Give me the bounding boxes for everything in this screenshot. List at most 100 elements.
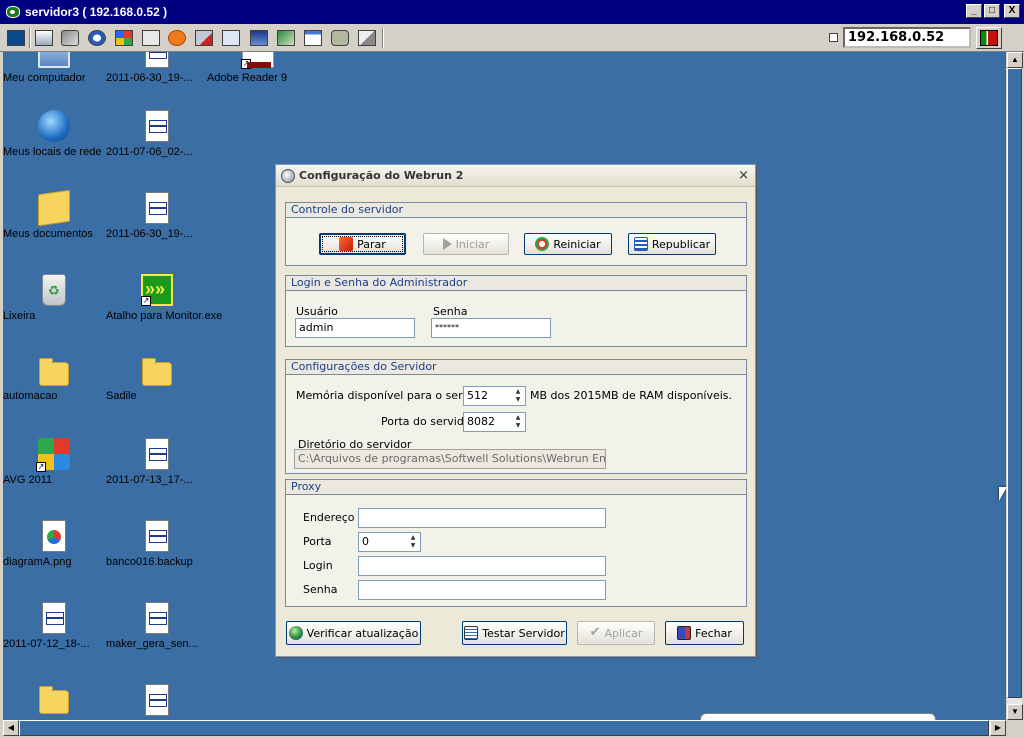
server-config-group: Configurações do Servidor Memória dispon…	[285, 359, 747, 474]
button-label: Parar	[357, 237, 386, 251]
pdf-icon: ↗	[241, 52, 274, 69]
transfer-icon[interactable]	[275, 27, 297, 49]
desktop-icon-recycle-bin[interactable]: Lixeira	[3, 274, 105, 322]
minimize-button[interactable]: _	[966, 4, 982, 18]
desktop-icon-file[interactable]: 2011-07-12_18-...	[3, 602, 105, 650]
desktop-icon-label: 2011-07-06_02-...	[106, 146, 193, 158]
desktop-icon-label: diagramA.png	[3, 556, 72, 568]
scroll-right-arrow-icon[interactable]: ▶	[990, 720, 1006, 736]
desktop-icon-network[interactable]: Meus locais de rede	[3, 110, 105, 158]
desktop-icon-file[interactable]: 2011-07-06_02-...	[106, 110, 208, 158]
button-label: Republicar	[651, 237, 711, 251]
toolbar-separator	[29, 28, 31, 48]
alert-icon[interactable]	[166, 27, 188, 49]
chat-icon[interactable]	[329, 27, 351, 49]
avg-antivirus-icon: ↗	[36, 438, 70, 472]
desktop-icon-file[interactable]: 2011-06-30_19-...	[106, 192, 208, 240]
dialog-titlebar[interactable]: Configuração do Webrun 2	[276, 165, 755, 187]
group-header: Controle do servidor	[286, 203, 746, 218]
desktop-icon-file[interactable]: maker_gera_sen...	[106, 602, 208, 650]
button-label: Fechar	[695, 626, 732, 640]
webrun-app-icon	[281, 168, 295, 183]
refresh-icon[interactable]	[86, 27, 108, 49]
play-icon	[442, 238, 452, 250]
folder-icon	[39, 686, 69, 714]
button-label: Reiniciar	[553, 237, 601, 251]
close-dialog-button[interactable]: Fechar	[665, 621, 744, 645]
clipboard-icon[interactable]	[302, 27, 324, 49]
spinner-arrows-icon[interactable]: ▲ ▼	[407, 534, 419, 550]
flag-icon	[980, 30, 998, 46]
vertical-scroll-thumb[interactable]	[1007, 68, 1022, 698]
group-header: Login e Senha do Administrador	[286, 276, 746, 291]
fullscreen-icon[interactable]	[220, 27, 242, 49]
proxy-password-input[interactable]	[358, 580, 606, 600]
horizontal-scrollbar[interactable]: ◀ ▶	[3, 720, 1006, 736]
globe-icon	[288, 626, 303, 640]
host-checkbox[interactable]	[829, 33, 838, 42]
maximize-button[interactable]: □	[984, 4, 1000, 18]
republish-button[interactable]: Republicar	[628, 233, 716, 255]
windows-key-icon[interactable]	[113, 27, 135, 49]
document-icon	[42, 602, 66, 634]
start-button[interactable]: Iniciar	[423, 233, 509, 255]
window-controls: _ □ X	[966, 4, 1020, 18]
keyboard-language-button[interactable]	[976, 27, 1002, 49]
restart-icon	[535, 237, 550, 251]
options-icon[interactable]	[33, 27, 55, 49]
admin-user-input[interactable]: admin	[295, 318, 415, 338]
desktop-icon-label: Meu computador	[3, 72, 86, 84]
desktop-icon-adobe-reader[interactable]: ↗ Adobe Reader 9	[207, 52, 309, 84]
multiple-windows-icon[interactable]	[356, 27, 378, 49]
desktop-icon-label: Sadile	[106, 390, 137, 402]
server-port-spinner[interactable]: 8082 ▲ ▼	[463, 412, 526, 432]
desktop-icon-file[interactable]: 2011-06-30_19-...	[106, 52, 208, 84]
tools-icon[interactable]	[59, 27, 81, 49]
memory-spinner[interactable]: 512 ▲ ▼	[463, 386, 526, 406]
button-label: Iniciar	[455, 237, 490, 251]
desktop-icon-my-documents[interactable]: Meus documentos	[3, 189, 105, 240]
scroll-down-arrow-icon[interactable]: ▼	[1007, 704, 1023, 720]
spinner-arrows-icon[interactable]: ▲ ▼	[512, 414, 524, 430]
desktop-icon-label: banco016.backup	[106, 556, 193, 568]
recycle-bin-icon	[42, 274, 66, 306]
desktop-icon-file-partial[interactable]	[106, 684, 208, 720]
desktop-icon-file[interactable]: 2011-07-13_17-...	[106, 438, 208, 486]
connection-info-icon[interactable]	[5, 27, 27, 49]
desktop-icon-monitor-shortcut[interactable]: ↗ Atalho para Monitor.exe	[106, 274, 222, 322]
desktop-icon-file[interactable]: banco016.backup	[106, 520, 208, 568]
dialog-close-button[interactable]: ×	[738, 168, 749, 183]
ctrl-alt-del-icon[interactable]	[140, 27, 162, 49]
desktop-icon-label: Meus locais de rede	[3, 146, 102, 158]
viewer-titlebar[interactable]: servidor3 ( 192.168.0.52 ) _ □ X	[0, 0, 1024, 24]
proxy-port-spinner[interactable]: 0 ▲ ▼	[358, 532, 421, 552]
document-icon	[145, 192, 169, 224]
proxy-address-label: Endereço	[303, 511, 355, 524]
spinner-arrows-icon[interactable]: ▲ ▼	[512, 388, 524, 404]
vertical-scrollbar[interactable]: ▲ ▼	[1006, 52, 1023, 720]
apply-button[interactable]: ✔ Aplicar	[577, 621, 655, 645]
desktop-icon-folder[interactable]: automacao	[3, 356, 105, 402]
disconnect-icon[interactable]	[193, 27, 215, 49]
admin-password-input[interactable]: ******	[431, 318, 551, 338]
stop-button[interactable]: Parar	[319, 233, 406, 255]
proxy-address-input[interactable]	[358, 508, 606, 528]
proxy-login-input[interactable]	[358, 556, 606, 576]
monitor-app-icon: ↗	[141, 274, 173, 306]
my-documents-icon	[38, 189, 70, 227]
screen-icon[interactable]	[248, 27, 270, 49]
desktop-icon-folder[interactable]: Sadile	[106, 356, 208, 402]
desktop-icon-my-computer[interactable]: Meu computador	[3, 52, 105, 84]
shortcut-arrow-icon: ↗	[141, 296, 151, 306]
host-address-field[interactable]: 192.168.0.52	[843, 27, 971, 48]
scroll-up-arrow-icon[interactable]: ▲	[1007, 52, 1023, 68]
test-server-button[interactable]: Testar Servidor	[462, 621, 567, 645]
desktop-icon-avg[interactable]: ↗ AVG 2011	[3, 438, 105, 486]
check-updates-button[interactable]: Verificar atualização	[286, 621, 421, 645]
close-button[interactable]: X	[1004, 4, 1020, 18]
scroll-left-arrow-icon[interactable]: ◀	[3, 720, 19, 736]
desktop-icon-folder-partial[interactable]	[3, 684, 105, 718]
horizontal-scroll-thumb[interactable]	[19, 720, 989, 736]
desktop-icon-png[interactable]: diagramA.png	[3, 520, 105, 568]
restart-button[interactable]: Reiniciar	[524, 233, 612, 255]
